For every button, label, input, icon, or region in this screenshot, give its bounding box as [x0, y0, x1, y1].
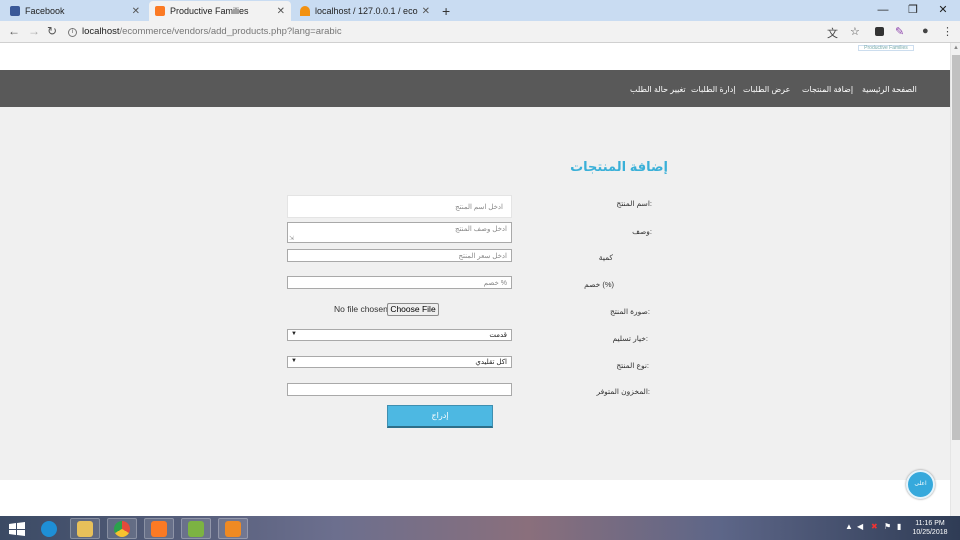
chrome-icon — [114, 520, 130, 537]
flag-icon[interactable]: ⚑ — [884, 522, 891, 531]
stock-input[interactable] — [287, 383, 512, 396]
window-close-button[interactable]: ✕ — [928, 0, 958, 21]
menu-icon[interactable]: ⋮ — [942, 25, 953, 38]
new-tab-button[interactable]: + — [442, 3, 450, 19]
discount-input[interactable]: خصم % — [287, 276, 512, 289]
nav-change-order-status[interactable]: تغيير حالة الطلب — [630, 85, 686, 94]
back-icon[interactable]: ← — [8, 24, 20, 38]
page-footer — [0, 480, 950, 516]
description-textarea[interactable]: ادخل وصف المنتج ⇲ — [287, 222, 512, 243]
signal-icon[interactable]: ▮ — [897, 522, 901, 531]
taskbar-chrome[interactable] — [107, 518, 137, 539]
address-bar[interactable]: i localhost/ecommerce/vendors/add_product… — [68, 24, 818, 40]
forward-icon[interactable]: → — [28, 24, 40, 38]
tab-title: Facebook — [25, 6, 65, 16]
choose-file-button[interactable]: Choose File — [387, 303, 439, 316]
label-quantity: كمية — [598, 253, 613, 262]
taskbar-internet-explorer[interactable] — [34, 518, 64, 539]
tab-title: Productive Families — [170, 6, 249, 16]
pen-extension-icon[interactable]: ✎ — [895, 25, 904, 38]
page-viewport: Productive Families الصفحة الرئيسية إضاف… — [0, 43, 950, 516]
file-status: No file chosen — [334, 304, 388, 314]
clock-time: 11:16 PM — [915, 520, 945, 527]
xampp-icon — [155, 6, 165, 16]
nav-add-products[interactable]: إضافة المنتجات — [802, 85, 853, 94]
close-icon[interactable]: ✕ — [132, 6, 140, 17]
minimize-button[interactable]: — — [868, 0, 898, 21]
facebook-icon — [10, 6, 20, 16]
taskbar-file-explorer[interactable] — [70, 518, 100, 539]
delivery-option-select[interactable]: ▼ قدمت — [287, 329, 512, 341]
label-product-name: اسم المنتج: — [616, 199, 652, 208]
scroll-up-icon[interactable]: ▲ — [953, 45, 959, 51]
tray-expand-icon[interactable]: ▲ — [845, 522, 853, 531]
close-icon[interactable]: ✕ — [422, 6, 430, 17]
price-input[interactable]: ادخل سعر المنتج — [287, 249, 512, 262]
browser-toolbar: ← → ↻ i localhost/ecommerce/vendors/add_p… — [0, 21, 960, 43]
url-path: /ecommerce/vendors/add_products.php?lang… — [119, 26, 342, 37]
product-name-input[interactable]: ادخل اسم المنتج — [287, 195, 512, 218]
clock-date: 10/25/2018 — [912, 529, 948, 536]
site-logo[interactable]: Productive Families — [858, 45, 914, 51]
label-product-type: نوع المنتج: — [616, 361, 649, 370]
system-clock[interactable]: 11:16 PM 10/25/2018 — [906, 519, 954, 537]
main-navbar: الصفحة الرئيسية إضافة المنتجات عرض الطلب… — [0, 70, 950, 107]
resize-handle-icon[interactable]: ⇲ — [289, 235, 294, 242]
tab-phpmyadmin[interactable]: localhost / 127.0.0.1 / ecommerce ✕ — [294, 1, 436, 21]
translate-icon[interactable]: 文 — [827, 25, 838, 41]
type-selected-value: اكل تقليدي — [475, 359, 507, 366]
tab-productive-families[interactable]: Productive Families ✕ — [149, 1, 291, 21]
xampp-icon — [151, 520, 167, 537]
dropdown-arrow-icon: ▼ — [291, 331, 297, 337]
bookmark-star-icon[interactable]: ☆ — [850, 25, 860, 38]
taskbar-xampp[interactable] — [144, 518, 174, 539]
scroll-thumb[interactable] — [952, 55, 960, 440]
delivery-selected-value: قدمت — [489, 332, 507, 339]
dropdown-arrow-icon: ▼ — [291, 358, 297, 364]
network-icon[interactable]: ✖ — [871, 522, 878, 531]
file-explorer-icon — [77, 520, 93, 537]
insert-button[interactable]: إدراج — [387, 405, 493, 428]
label-product-image: صورة المنتج: — [609, 307, 650, 316]
url-host: localhost — [82, 26, 120, 37]
product-type-select[interactable]: ▼ اكل تقليدي — [287, 356, 512, 368]
windows-logo-icon — [9, 521, 25, 536]
windows-taskbar: ▲ ◀ ✖ ⚑ ▮ 11:16 PM 10/25/2018 — [0, 516, 960, 540]
close-icon[interactable]: ✕ — [277, 6, 285, 17]
label-description: وصف: — [632, 227, 652, 236]
maximize-button[interactable]: ❐ — [898, 0, 928, 21]
page-title: إضافة المنتجات — [570, 159, 668, 174]
browser-tab-strip: Facebook ✕ Productive Families ✕ localho… — [0, 0, 960, 21]
info-icon[interactable]: i — [68, 28, 77, 37]
nav-manage-orders[interactable]: إدارة الطلبات — [691, 85, 736, 94]
account-icon[interactable]: ● — [922, 25, 929, 37]
phpmyadmin-icon — [300, 6, 310, 16]
label-delivery-option: خيار تسليم: — [612, 334, 649, 343]
page-header: Productive Families — [0, 43, 950, 70]
nav-view-orders[interactable]: عرض الطلبات — [743, 85, 790, 94]
nav-home[interactable]: الصفحة الرئيسية — [862, 85, 917, 94]
tab-facebook[interactable]: Facebook ✕ — [4, 1, 146, 21]
label-stock: المخزون المتوفر: — [596, 387, 650, 396]
internet-explorer-icon — [41, 520, 57, 537]
description-placeholder: ادخل وصف المنتج — [454, 226, 507, 233]
back-to-top-button[interactable]: اعلى — [906, 470, 935, 499]
reload-icon[interactable]: ↻ — [47, 24, 57, 38]
tab-title: localhost / 127.0.0.1 / ecommerce — [315, 6, 418, 16]
label-discount: خصم (%) — [584, 280, 614, 289]
sublime-text-icon — [225, 520, 241, 537]
page-scrollbar[interactable]: ▲ — [950, 43, 960, 516]
taskbar-sublime-text[interactable] — [218, 518, 248, 539]
taskbar-notepad[interactable] — [181, 518, 211, 539]
notepad-icon — [188, 520, 204, 537]
extension-icon[interactable] — [875, 27, 884, 36]
start-button[interactable] — [2, 518, 32, 539]
volume-icon[interactable]: ◀ — [857, 522, 863, 531]
